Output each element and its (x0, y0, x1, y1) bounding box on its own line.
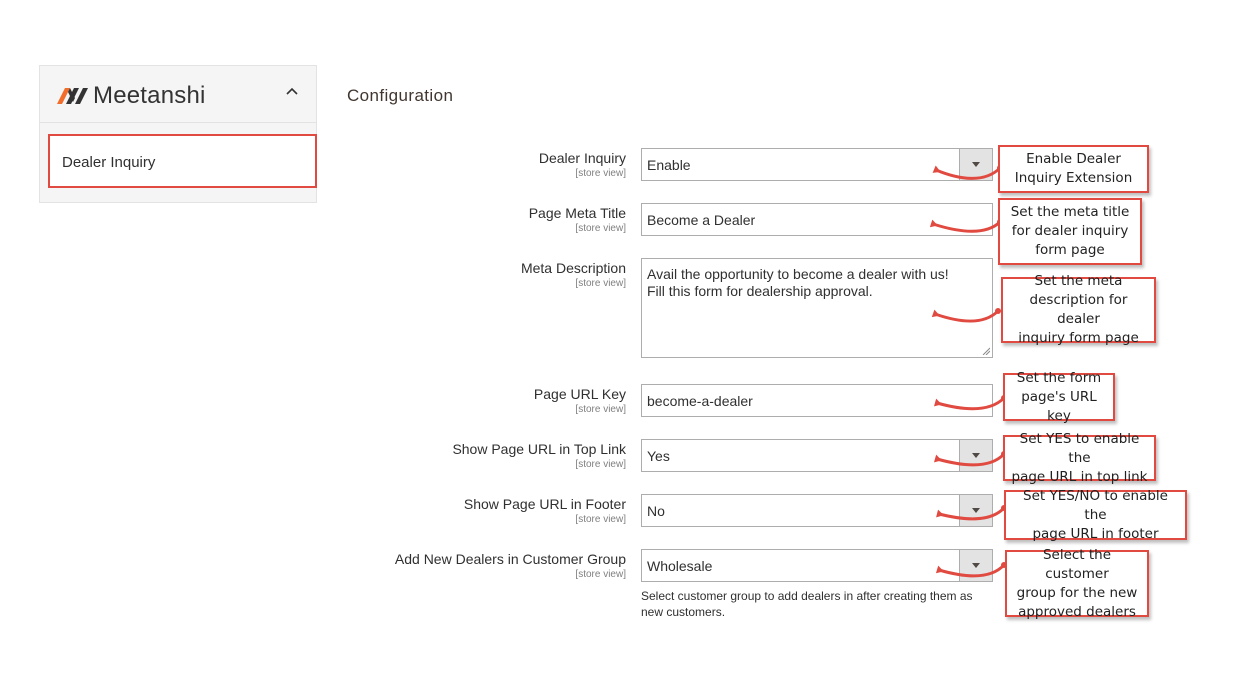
meta-description-textarea[interactable]: Avail the opportunity to become a dealer… (641, 258, 993, 358)
footer-select[interactable]: No (641, 494, 993, 527)
callout-line: Enable Dealer (1026, 151, 1121, 167)
field-label: Page Meta Title (528, 205, 626, 221)
customer-group-label-group: Add New Dealers in Customer Group [store… (346, 551, 626, 581)
field-label: Dealer Inquiry (538, 150, 626, 166)
callout-customer-group: Select the customer group for the new ap… (1005, 547, 1149, 620)
top-link-select[interactable]: Yes (641, 439, 993, 472)
input-value: Become a Dealer (647, 212, 756, 228)
scope-label: [store view] (575, 459, 626, 470)
note-line: Select customer group to add dealers in … (641, 589, 973, 603)
resize-grip-icon[interactable] (982, 347, 990, 355)
scope-label: [store view] (575, 223, 626, 234)
callout-line: group for the new (1016, 584, 1138, 601)
callout-line: for dealer inquiry (1011, 223, 1129, 239)
meta-description-label-group: Meta Description [store view] (346, 260, 626, 290)
scope-label: [store view] (575, 168, 626, 179)
textarea-line: Fill this form for dealership approval. (647, 283, 873, 299)
callout-top-link: Set YES to enable the page URL in top li… (1003, 431, 1156, 485)
scope-label: [store view] (575, 569, 626, 580)
callout-line: Set the meta (1034, 273, 1123, 289)
scope-label: [store view] (575, 404, 626, 415)
input-value: become-a-dealer (647, 393, 753, 409)
note-line: new customers. (641, 605, 726, 619)
callout-meta-description: Set the meta description for dealer inqu… (1001, 273, 1156, 346)
callout-line: Set the meta title (1010, 204, 1130, 220)
field-label: Add New Dealers in Customer Group (394, 551, 626, 567)
field-note: Select customer group to add dealers in … (641, 588, 1001, 620)
sidebar-item-label: Dealer Inquiry (62, 154, 156, 171)
page-url-key-label-group: Page URL Key [store view] (346, 386, 626, 416)
select-value: No (647, 503, 665, 519)
dropdown-arrow-icon[interactable] (959, 495, 992, 526)
brand-name: Meetanshi (93, 82, 206, 109)
footer-label-group: Show Page URL in Footer [store view] (346, 496, 626, 526)
sidebar-item-dealer-inquiry[interactable]: Dealer Inquiry (48, 134, 317, 188)
page-meta-title-input[interactable]: Become a Dealer (641, 203, 993, 236)
dealer-inquiry-select[interactable]: Enable (641, 148, 993, 181)
callout-line: Select the customer (1042, 546, 1112, 582)
field-label: Page URL Key (533, 386, 626, 402)
callout-meta-title: Set the meta title for dealer inquiry fo… (998, 198, 1142, 265)
callout-line: Set the form (1016, 369, 1102, 386)
callout-dealer-inquiry: Enable Dealer Inquiry Extension (998, 145, 1149, 193)
field-label: Show Page URL in Top Link (452, 441, 626, 457)
sidebar-header[interactable]: Meetanshi (40, 66, 316, 123)
dealer-inquiry-label-group: Dealer Inquiry [store view] (346, 150, 626, 180)
meetanshi-logo-icon (57, 88, 88, 104)
page-title: Configuration (347, 86, 454, 105)
field-label: Show Page URL in Footer (463, 496, 626, 512)
textarea-line: Avail the opportunity to become a dealer… (647, 266, 949, 282)
callout-line: approved dealers (1018, 603, 1136, 620)
field-label: Meta Description (520, 260, 626, 276)
callout-line: page URL in top link (1011, 468, 1148, 485)
customer-group-select[interactable]: Wholesale (641, 549, 993, 582)
callout-line: Inquiry Extension (1014, 170, 1133, 186)
callout-line: inquiry form page (1018, 330, 1139, 346)
sidebar: Meetanshi Dealer Inquiry (39, 65, 317, 203)
callout-url-key: Set the form page's URL key (1003, 370, 1115, 424)
dropdown-arrow-icon[interactable] (959, 440, 992, 471)
select-value: Enable (647, 157, 691, 173)
scope-label: [store view] (575, 514, 626, 525)
top-link-label-group: Show Page URL in Top Link [store view] (346, 441, 626, 471)
scope-label: [store view] (575, 278, 626, 289)
callout-line: page's URL key (1021, 388, 1097, 424)
callout-footer: Set YES/NO to enable the page URL in foo… (1004, 487, 1187, 542)
chevron-up-icon[interactable] (284, 84, 300, 100)
callout-line: form page (1035, 242, 1105, 258)
page-url-key-input[interactable]: become-a-dealer (641, 384, 993, 417)
select-value: Wholesale (647, 558, 713, 574)
callout-line: Set YES/NO to enable the (1023, 487, 1168, 523)
callout-line: description for dealer (1029, 292, 1128, 327)
page-meta-title-label-group: Page Meta Title [store view] (346, 205, 626, 235)
select-value: Yes (647, 448, 670, 464)
dropdown-arrow-icon[interactable] (959, 149, 992, 180)
callout-line: Set YES to enable the (1019, 430, 1140, 466)
callout-line: page URL in footer (1032, 525, 1159, 542)
dropdown-arrow-icon[interactable] (959, 550, 992, 581)
